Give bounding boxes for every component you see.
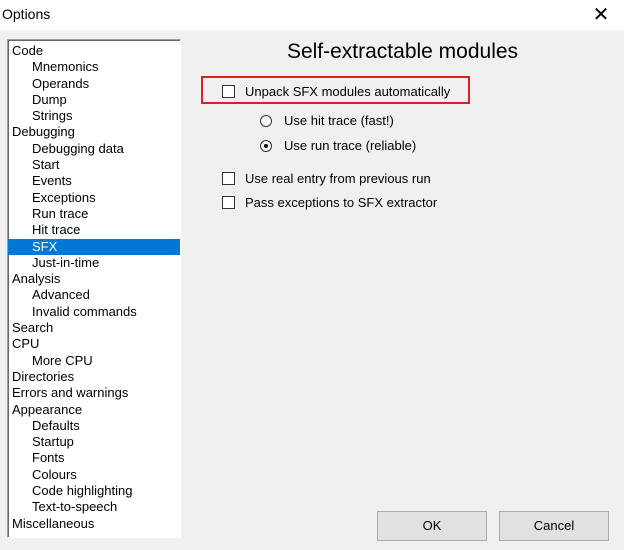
tree-item-defaults[interactable]: Defaults xyxy=(8,418,180,434)
pass-exceptions-checkbox[interactable] xyxy=(222,196,235,210)
unpack-sfx-checkbox[interactable] xyxy=(222,85,235,99)
tree-item-search[interactable]: Search xyxy=(8,320,180,336)
tree-item-sfx[interactable]: SFX xyxy=(8,238,180,255)
use-run-trace-label: Use run trace (reliable) xyxy=(284,138,417,153)
pass-exceptions-option[interactable]: Pass exceptions to SFX extractor xyxy=(222,195,437,211)
use-real-entry-checkbox[interactable] xyxy=(222,172,235,186)
pass-exceptions-label: Pass exceptions to SFX extractor xyxy=(245,195,438,210)
tree-item-run-trace[interactable]: Run trace xyxy=(8,206,180,222)
title-bar: Options ✕ xyxy=(0,0,624,30)
tree-item-events[interactable]: Events xyxy=(8,173,180,189)
tree-item-invalid-commands[interactable]: Invalid commands xyxy=(8,304,180,320)
tree-item-dump[interactable]: Dump xyxy=(8,92,180,108)
tree-item-advanced[interactable]: Advanced xyxy=(8,287,180,303)
tree-item-appearance[interactable]: Appearance xyxy=(8,402,180,418)
tree-item-errors-and-warnings[interactable]: Errors and warnings xyxy=(8,385,180,401)
cancel-button[interactable]: Cancel xyxy=(499,511,609,541)
use-hit-trace-label: Use hit trace (fast!) xyxy=(284,113,394,128)
use-hit-trace-option[interactable]: Use hit trace (fast!) xyxy=(260,113,394,129)
tree-item-debugging[interactable]: Debugging xyxy=(8,124,180,140)
tree-item-mnemonics[interactable]: Mnemonics xyxy=(8,59,180,75)
tree-item-hit-trace[interactable]: Hit trace xyxy=(8,222,180,238)
tree-item-just-in-time[interactable]: Just-in-time xyxy=(8,255,180,271)
tree-item-code-highlighting[interactable]: Code highlighting xyxy=(8,483,180,499)
tree-item-analysis[interactable]: Analysis xyxy=(8,271,180,287)
tree-item-strings[interactable]: Strings xyxy=(8,108,180,124)
use-run-trace-radio[interactable] xyxy=(260,139,272,152)
tree-item-text-to-speech[interactable]: Text-to-speech xyxy=(8,499,180,515)
unpack-sfx-label: Unpack SFX modules automatically xyxy=(245,84,451,99)
options-tree[interactable]: Code Mnemonics Operands Dump Strings Debuggin… xyxy=(7,39,181,538)
tree-item-exceptions[interactable]: Exceptions xyxy=(8,190,180,206)
use-run-trace-option[interactable]: Use run trace (reliable) xyxy=(260,138,416,154)
tree-item-more-cpu[interactable]: More CPU xyxy=(8,353,180,369)
close-icon[interactable]: ✕ xyxy=(578,0,624,30)
tree-item-start[interactable]: Start xyxy=(8,157,180,173)
ok-button[interactable]: OK xyxy=(377,511,487,541)
unpack-sfx-option[interactable]: Unpack SFX modules automatically xyxy=(222,84,450,100)
use-hit-trace-radio[interactable] xyxy=(260,114,272,127)
tree-list: Code Mnemonics Operands Dump Strings Debuggin… xyxy=(8,43,180,532)
tree-item-cpu[interactable]: CPU xyxy=(8,336,180,352)
tree-item-miscellaneous[interactable]: Miscellaneous xyxy=(8,516,180,532)
tree-item-fonts[interactable]: Fonts xyxy=(8,450,180,466)
use-real-entry-label: Use real entry from previous run xyxy=(245,171,431,186)
panel-heading: Self-extractable modules xyxy=(286,40,519,63)
tree-item-operands[interactable]: Operands xyxy=(8,76,180,92)
tree-item-code[interactable]: Code xyxy=(8,43,180,59)
tree-item-debugging-data[interactable]: Debugging data xyxy=(8,141,180,157)
window-title: Options xyxy=(2,6,51,22)
use-real-entry-option[interactable]: Use real entry from previous run xyxy=(222,171,431,187)
tree-item-colours[interactable]: Colours xyxy=(8,467,180,483)
tree-item-startup[interactable]: Startup xyxy=(8,434,180,450)
tree-item-directories[interactable]: Directories xyxy=(8,369,180,385)
